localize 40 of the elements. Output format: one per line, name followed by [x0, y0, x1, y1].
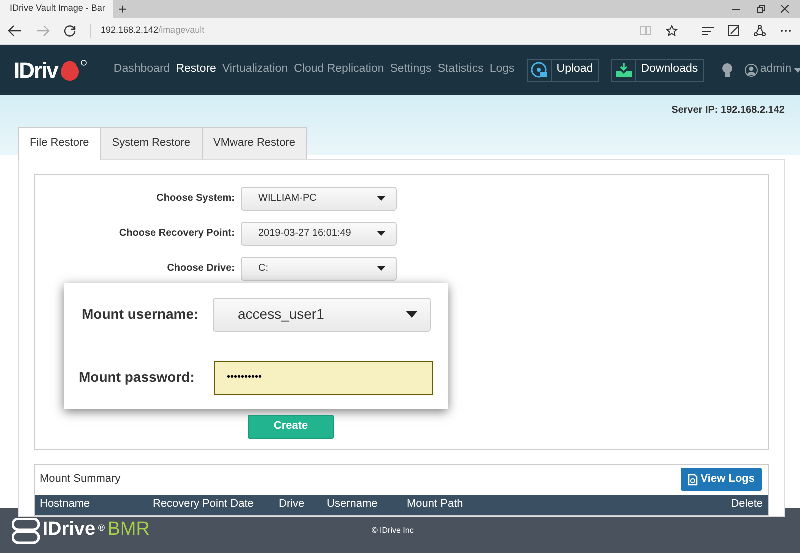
- password-field[interactable]: ••••••••••: [214, 360, 433, 394]
- user-menu[interactable]: admin: [760, 61, 792, 79]
- server-ip: Server IP: 192.168.2.142: [670, 104, 785, 118]
- registered-mark: ®: [98, 522, 105, 536]
- dropdown[interactable]: C:: [240, 256, 396, 280]
- field-label: Choose Drive:: [166, 262, 235, 276]
- browser-tab[interactable]: IDrive Vault Image - Bar: [0, 0, 113, 18]
- column-header: Hostname: [40, 497, 92, 512]
- nav-button[interactable]: Downloads: [611, 58, 704, 82]
- logo-text: IDriv: [14, 56, 58, 84]
- dropdown[interactable]: 2019-03-27 16:01:49: [240, 222, 396, 246]
- view-logs-button[interactable]: View Logs: [681, 468, 762, 491]
- section-title: Mount Summary: [40, 472, 121, 488]
- nav-button[interactable]: Upload: [526, 58, 600, 82]
- copyright: © IDrive Inc: [372, 524, 414, 536]
- tab[interactable]: File Restore: [18, 127, 102, 160]
- column-header: Username: [327, 497, 379, 512]
- dropdown[interactable]: access_user1: [213, 298, 431, 332]
- nav-link[interactable]: Cloud Replication: [294, 61, 384, 79]
- column-header: Mount Path: [407, 497, 464, 512]
- nav-link[interactable]: Restore: [176, 61, 216, 79]
- column-header: Recovery Point Date: [153, 497, 255, 512]
- nav-link[interactable]: Logs: [490, 61, 515, 79]
- product-name: BMR: [108, 518, 150, 542]
- dropdown[interactable]: WILLIAM-PC: [240, 186, 396, 210]
- field-label: Mount username:: [82, 305, 200, 324]
- nav-link[interactable]: Statistics: [438, 61, 484, 79]
- nav-link[interactable]: Settings: [390, 61, 432, 79]
- footer-brand: IDrive: [42, 518, 96, 542]
- column-header: Delete: [731, 497, 763, 512]
- nav-link[interactable]: Dashboard: [114, 61, 170, 79]
- new-tab-button[interactable]: +: [113, 0, 132, 18]
- nav-link[interactable]: Virtualization: [222, 61, 288, 79]
- field-label: Choose Recovery Point:: [118, 227, 235, 241]
- tab[interactable]: System Restore: [101, 127, 203, 158]
- tab[interactable]: VMware Restore: [202, 127, 308, 158]
- field-label: Mount password:: [79, 368, 196, 387]
- field-label: Choose System:: [156, 192, 235, 206]
- column-header: Drive: [279, 497, 306, 512]
- tab-title: IDrive Vault Image - Bar: [10, 2, 106, 16]
